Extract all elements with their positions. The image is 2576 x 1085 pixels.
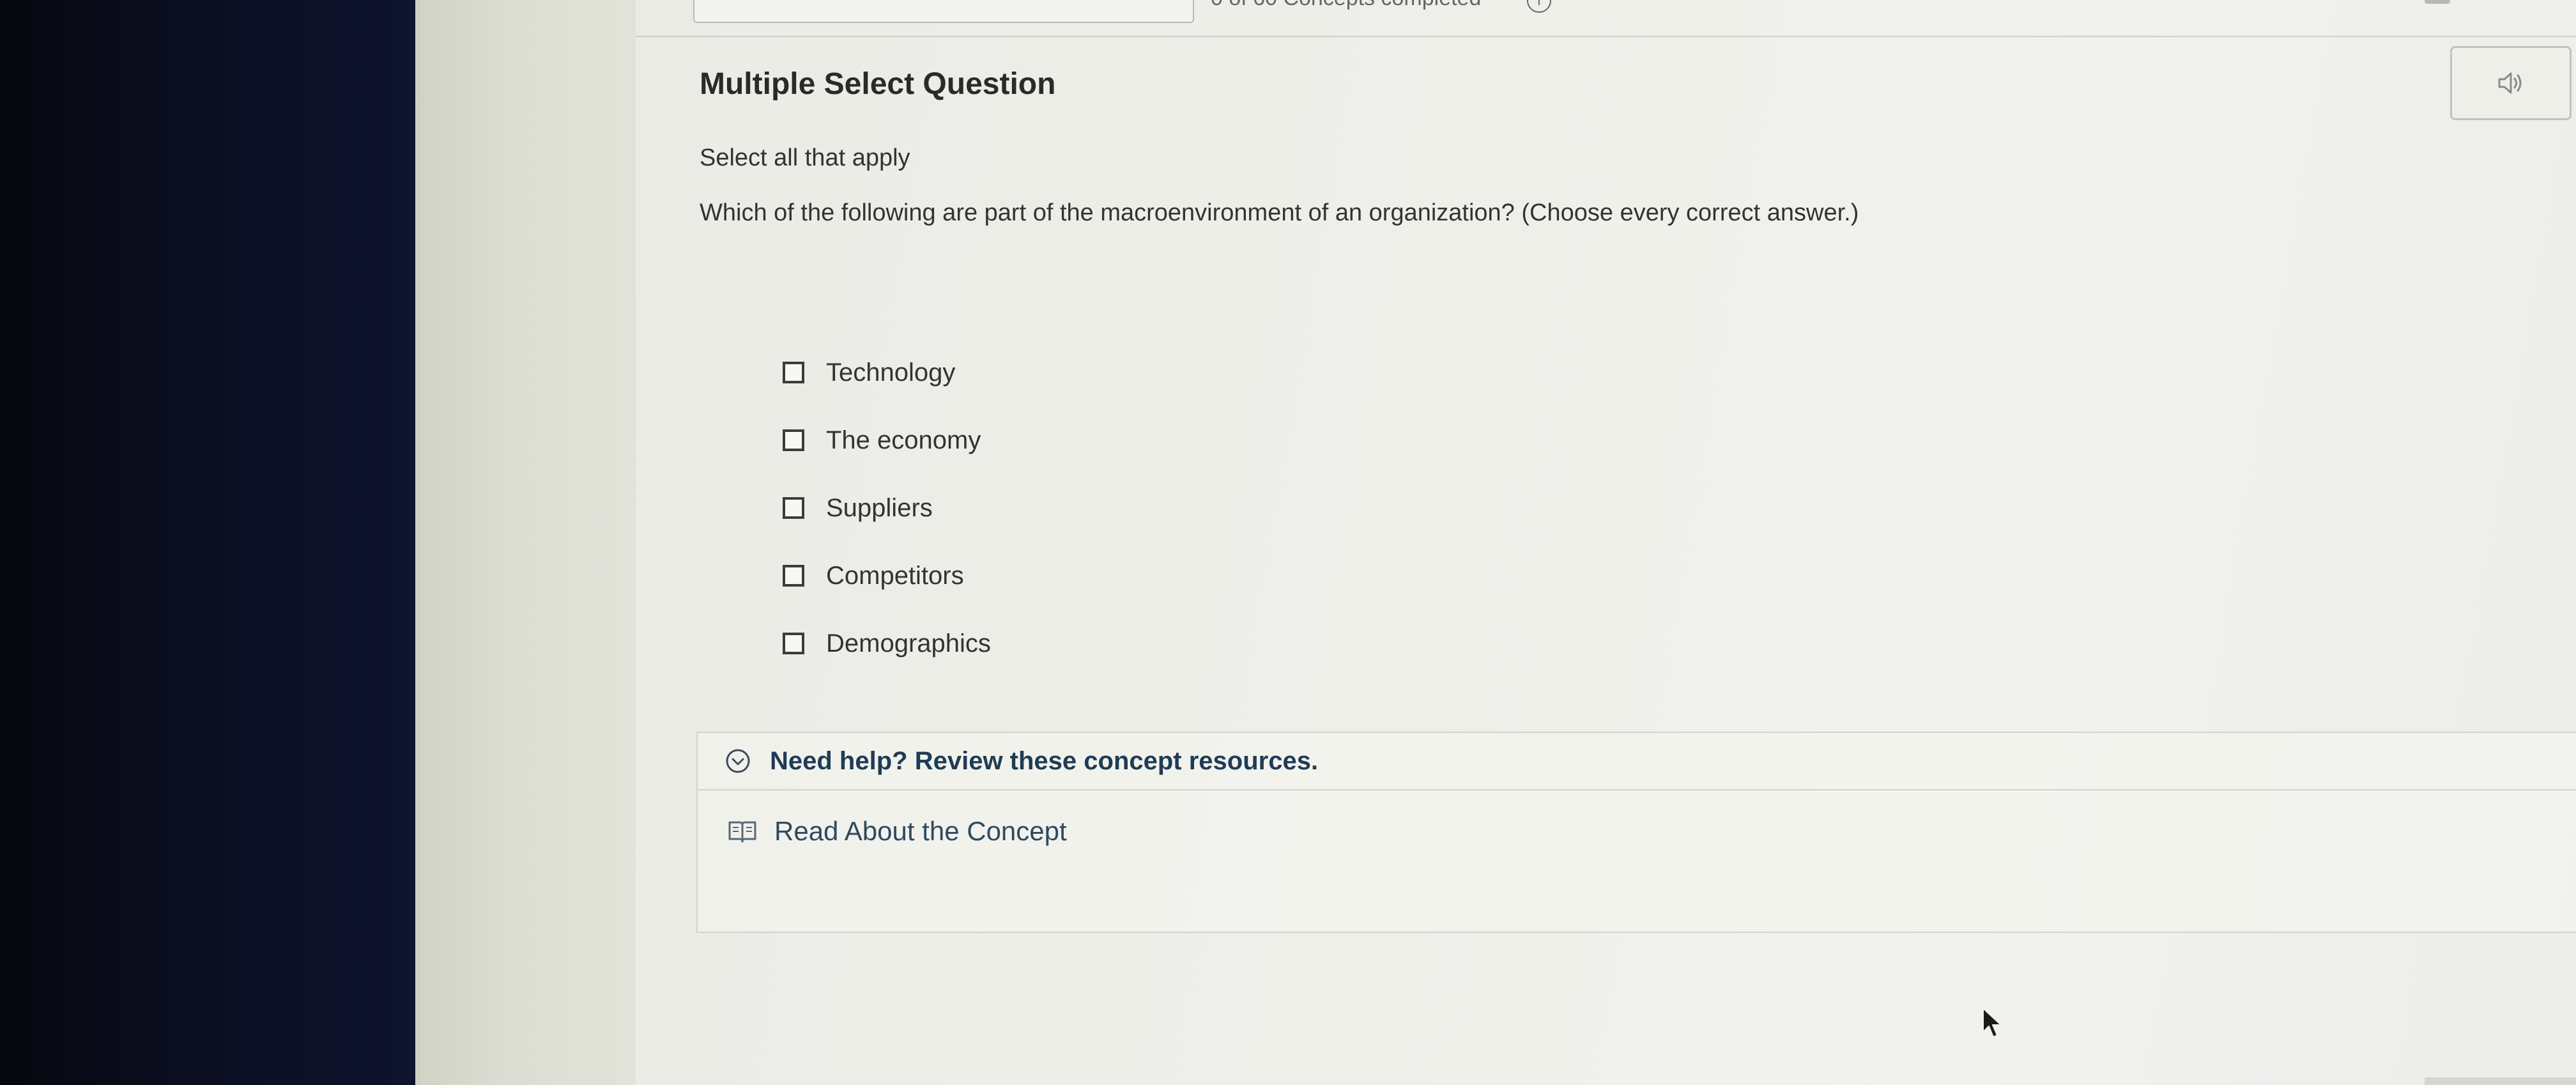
option-label: Suppliers [826, 493, 933, 522]
option-demographics[interactable]: Demographics [783, 610, 991, 677]
left-margin-panel [415, 0, 636, 1085]
read-about-concept-text: Read About the Concept [774, 816, 1067, 846]
option-label: The economy [826, 426, 981, 454]
bottom-edge [2425, 1077, 2576, 1085]
concept-resources-panel: Need help? Review these concept resource… [696, 732, 2576, 933]
monitor-bezel [0, 0, 434, 1085]
option-competitors[interactable]: Competitors [783, 542, 991, 610]
option-suppliers[interactable]: Suppliers [783, 474, 991, 542]
checkbox[interactable] [783, 497, 804, 519]
read-about-concept-link[interactable]: Read About the Concept [698, 816, 1067, 847]
chevron-down-circle-icon [726, 749, 750, 773]
top-progress-field [693, 0, 1194, 23]
concept-resources-title: Need help? Review these concept resource… [770, 746, 1319, 775]
checkbox[interactable] [783, 633, 804, 654]
answer-options: Technology The economy Suppliers Competi… [783, 339, 991, 677]
info-icon[interactable]: i [1527, 0, 1551, 13]
option-the-economy[interactable]: The economy [783, 406, 991, 474]
option-label: Demographics [826, 629, 991, 658]
top-right-control[interactable] [2425, 0, 2450, 4]
checkbox[interactable] [783, 565, 804, 587]
question-type-heading: Multiple Select Question [700, 67, 1056, 101]
question-screen: 0 of 60 Concepts completed i Multiple Se… [636, 0, 2576, 1085]
question-instruction: Select all that apply [700, 144, 910, 171]
speaker-icon [2498, 72, 2522, 94]
option-label: Technology [826, 358, 956, 387]
audio-button[interactable] [2450, 46, 2572, 120]
question-prompt: Which of the following are part of the m… [700, 199, 1859, 226]
mouse-pointer-icon [1982, 1008, 2002, 1038]
checkbox[interactable] [783, 429, 804, 451]
option-label: Competitors [826, 561, 964, 590]
concepts-completed-text: 0 of 60 Concepts completed [1211, 0, 1481, 11]
option-technology[interactable]: Technology [783, 339, 991, 406]
top-bar: 0 of 60 Concepts completed i [636, 0, 2576, 37]
concept-resources-toggle[interactable]: Need help? Review these concept resource… [698, 733, 2576, 790]
book-icon [728, 821, 756, 843]
checkbox[interactable] [783, 362, 804, 383]
